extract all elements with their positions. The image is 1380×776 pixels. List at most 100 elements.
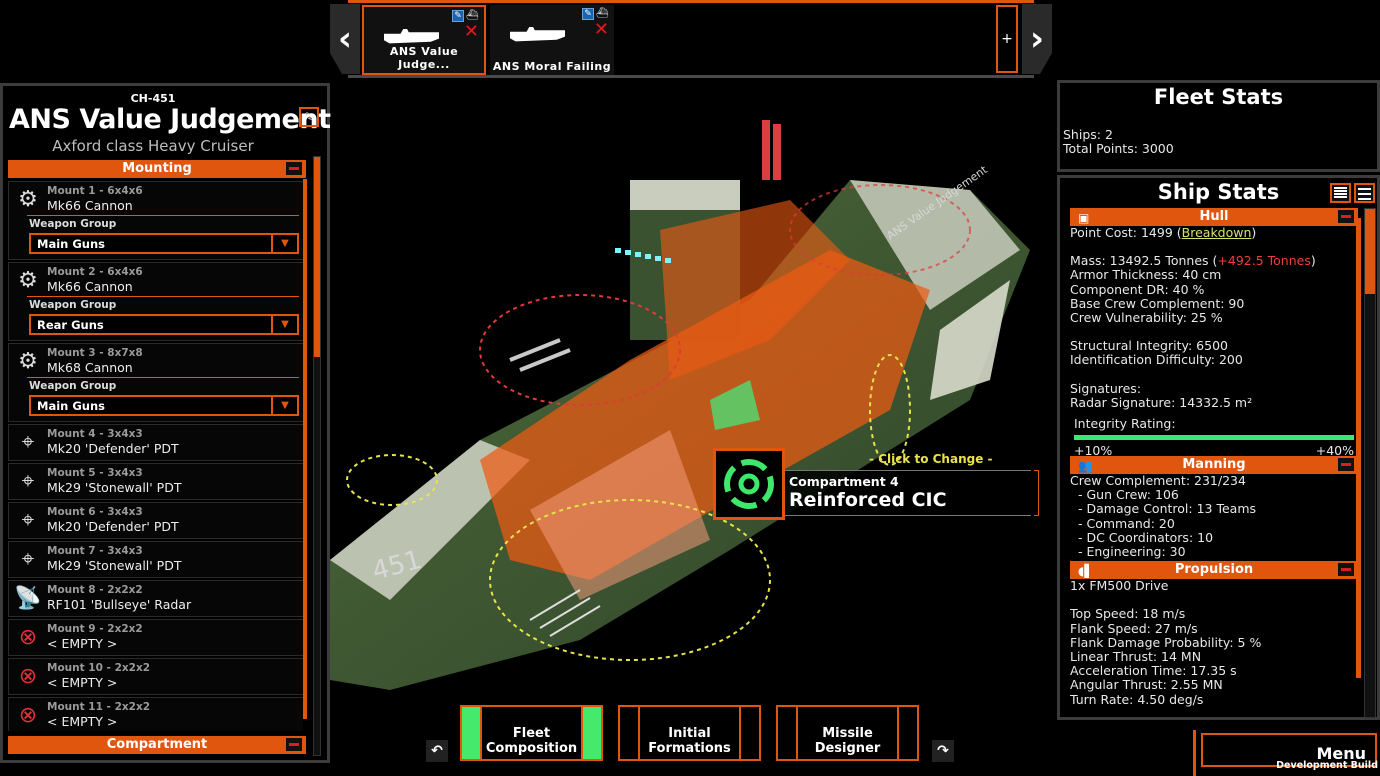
collapse-button[interactable] — [286, 738, 302, 751]
remove-icon[interactable]: ✕ — [464, 23, 479, 41]
empty-slot-icon: ⊗ — [18, 625, 38, 650]
ship-render: 451 ANS Value Judgement — [330, 120, 1030, 690]
mount-title: Mount 9 - 2x2x2 — [47, 623, 143, 635]
dropdown-arrow-icon[interactable]: ▼ — [271, 235, 297, 252]
next-ship-button[interactable]: › — [1022, 4, 1052, 74]
hull-section: ▣ Hull Point Cost: 1499 (Breakdown) Mass… — [1070, 208, 1358, 458]
point-cost: Point Cost: 1499 (Breakdown) — [1070, 225, 1257, 240]
mount-list: ⚙ Mount 1 - 6x4x6 Mk66 Cannon Weapon Gro… — [8, 181, 306, 731]
compartment-section-header[interactable]: Compartment — [8, 736, 306, 754]
mount-component: RF101 'Bullseye' Radar — [47, 597, 192, 612]
cannon-icon: ⚙ — [18, 349, 38, 374]
ship-card-selected[interactable]: ✎ ⛴ ✕ ANS Value Judge... — [362, 5, 486, 75]
remove-icon[interactable]: ✕ — [594, 21, 609, 39]
button-label: Missile — [822, 726, 873, 741]
undo-button[interactable]: ↶ — [426, 740, 448, 762]
section-title: Propulsion — [1174, 562, 1254, 578]
edit-icon[interactable]: ✎ — [582, 8, 594, 20]
propulsion-section-header[interactable]: ◖▌ Propulsion — [1070, 561, 1358, 580]
mount-item[interactable]: 📡 Mount 8 - 2x2x2 RF101 'Bullseye' Radar — [8, 580, 306, 617]
mount-item[interactable]: ⚙ Mount 1 - 6x4x6 Mk66 Cannon Weapon Gro… — [8, 181, 306, 260]
fleet-stats-title: Fleet Stats — [1153, 85, 1284, 109]
manning-section-header[interactable]: 👥 Manning — [1070, 456, 1358, 475]
integrity-label: Integrity Rating: — [1074, 416, 1176, 432]
add-ship-button[interactable]: + — [996, 5, 1018, 73]
ship-editor-panel: CH-451 ANS Value Judgement ✎ Axford clas… — [0, 83, 331, 763]
mount-component: Mk20 'Defender' PDT — [47, 519, 179, 534]
stat-line: Identification Difficulty: 200 — [1070, 352, 1243, 368]
mount-component: < EMPTY > — [47, 675, 118, 690]
prev-ship-button[interactable]: ‹ — [330, 4, 360, 74]
collapse-button[interactable] — [1338, 563, 1354, 577]
stats-inner-scrollbar[interactable] — [1356, 218, 1361, 688]
hull-icon: ▣ — [1078, 211, 1090, 225]
stat-line: Base Crew Complement: 90 — [1070, 295, 1245, 311]
drive: 1x FM500 Drive — [1070, 578, 1169, 594]
mount-item[interactable]: ⌖ Mount 7 - 3x4x3 Mk29 'Stonewall' PDT — [8, 541, 306, 578]
fleet-composition-button[interactable]: Fleet Composition — [460, 705, 603, 761]
pdt-turret-icon: ⌖ — [21, 430, 35, 455]
rename-button[interactable]: ✎ — [299, 107, 319, 127]
mount-list-scrollbar[interactable] — [303, 179, 307, 731]
stat-line: - Gun Crew: 106 — [1078, 487, 1179, 503]
collapse-button[interactable] — [1338, 210, 1354, 223]
mount-title: Mount 7 - 3x4x3 — [47, 545, 143, 557]
edit-icon[interactable]: ✎ — [452, 10, 464, 22]
redo-button[interactable]: ↷ — [932, 740, 954, 762]
click-to-change-hint[interactable]: - Click to Change - — [869, 452, 993, 466]
mount-component: Mk29 'Stonewall' PDT — [47, 558, 182, 573]
empty-slot-icon: ⊗ — [18, 703, 38, 728]
compact-view-button[interactable] — [1354, 183, 1375, 203]
mount-item[interactable]: ⌖ Mount 4 - 3x4x3 Mk20 'Defender' PDT — [8, 424, 306, 461]
collapse-button[interactable] — [1338, 458, 1354, 472]
mount-item-empty[interactable]: ⊗ Mount 10 - 2x2x2 < EMPTY > — [8, 658, 306, 695]
compartment-popup[interactable]: - Click to Change - Compartment 4 Reinfo… — [713, 448, 1039, 520]
weapon-group-value: Rear Guns — [37, 318, 104, 332]
weapon-group-select[interactable]: Main Guns ▼ — [29, 395, 299, 416]
stat-line: Signatures: — [1070, 380, 1142, 396]
collapse-button[interactable] — [286, 162, 302, 175]
ship-stats-scrollbar[interactable] — [1364, 208, 1376, 718]
fleet-total-points: Total Points: 3000 — [1063, 141, 1174, 156]
pdt-turret-icon: ⌖ — [21, 469, 35, 494]
mount-item[interactable]: ⌖ Mount 6 - 3x4x3 Mk20 'Defender' PDT — [8, 502, 306, 539]
hull-section-header[interactable]: ▣ Hull — [1070, 208, 1358, 226]
breakdown-link[interactable]: Breakdown — [1182, 225, 1252, 240]
mounting-section-header[interactable]: Mounting — [8, 160, 306, 178]
stat-line: Angular Thrust: 2.55 MN — [1070, 677, 1223, 693]
ship-card-name: ANS Moral Failing — [492, 60, 612, 73]
undo-icon: ↶ — [431, 743, 443, 759]
mount-item[interactable]: ⌖ Mount 5 - 3x4x3 Mk29 'Stonewall' PDT — [8, 463, 306, 500]
mount-item-empty[interactable]: ⊗ Mount 11 - 2x2x2 < EMPTY > — [8, 697, 306, 731]
mount-item-empty[interactable]: ⊗ Mount 9 - 2x2x2 < EMPTY > — [8, 619, 306, 656]
dropdown-arrow-icon[interactable]: ▼ — [271, 397, 297, 414]
initial-formations-button[interactable]: Initial Formations — [618, 705, 761, 761]
compartment-info[interactable]: Compartment 4 Reinforced CIC — [785, 470, 1031, 516]
stat-line: Flank Damage Probability: 5 % — [1070, 634, 1262, 650]
missile-designer-button[interactable]: Missile Designer — [776, 705, 919, 761]
stat-line: - DC Coordinators: 10 — [1078, 529, 1214, 545]
ship-name: ANS Value Judgement — [9, 104, 331, 135]
dropdown-arrow-icon[interactable]: ▼ — [271, 316, 297, 333]
mount-item[interactable]: ⚙ Mount 2 - 6x4x6 Mk66 Cannon Weapon Gro… — [8, 262, 306, 341]
left-panel-scrollbar[interactable] — [313, 156, 321, 756]
ship-card[interactable]: ✎ ⛴ ✕ ANS Moral Failing — [490, 5, 614, 75]
button-label: Composition — [485, 741, 578, 756]
mount-item[interactable]: ⚙ Mount 3 - 8x7x8 Mk68 Cannon Weapon Gro… — [8, 343, 306, 422]
mount-title: Mount 4 - 3x4x3 — [47, 428, 143, 440]
stat-line: - Engineering: 30 — [1078, 544, 1186, 560]
mount-component: Mk20 'Defender' PDT — [47, 441, 179, 456]
ship-3d-viewport[interactable]: 451 ANS Value Judgement — [330, 80, 1055, 700]
weapon-group-select[interactable]: Main Guns ▼ — [29, 233, 299, 254]
weapon-group-select[interactable]: Rear Guns ▼ — [29, 314, 299, 335]
section-title: Mounting — [122, 161, 192, 176]
detailed-view-button[interactable] — [1330, 183, 1351, 203]
stat-line: Armor Thickness: 40 cm — [1070, 267, 1222, 283]
development-build-label: Development Build — [1276, 760, 1378, 771]
fleet-ship-count: Ships: 2 — [1063, 127, 1113, 142]
pdt-turret-icon: ⌖ — [21, 508, 35, 533]
stat-line: Component DR: 40 % — [1070, 281, 1205, 297]
empty-slot-icon: ⊗ — [18, 664, 38, 689]
ship-class: Axford class Heavy Cruiser — [52, 137, 254, 155]
button-label: Fleet — [512, 726, 551, 741]
